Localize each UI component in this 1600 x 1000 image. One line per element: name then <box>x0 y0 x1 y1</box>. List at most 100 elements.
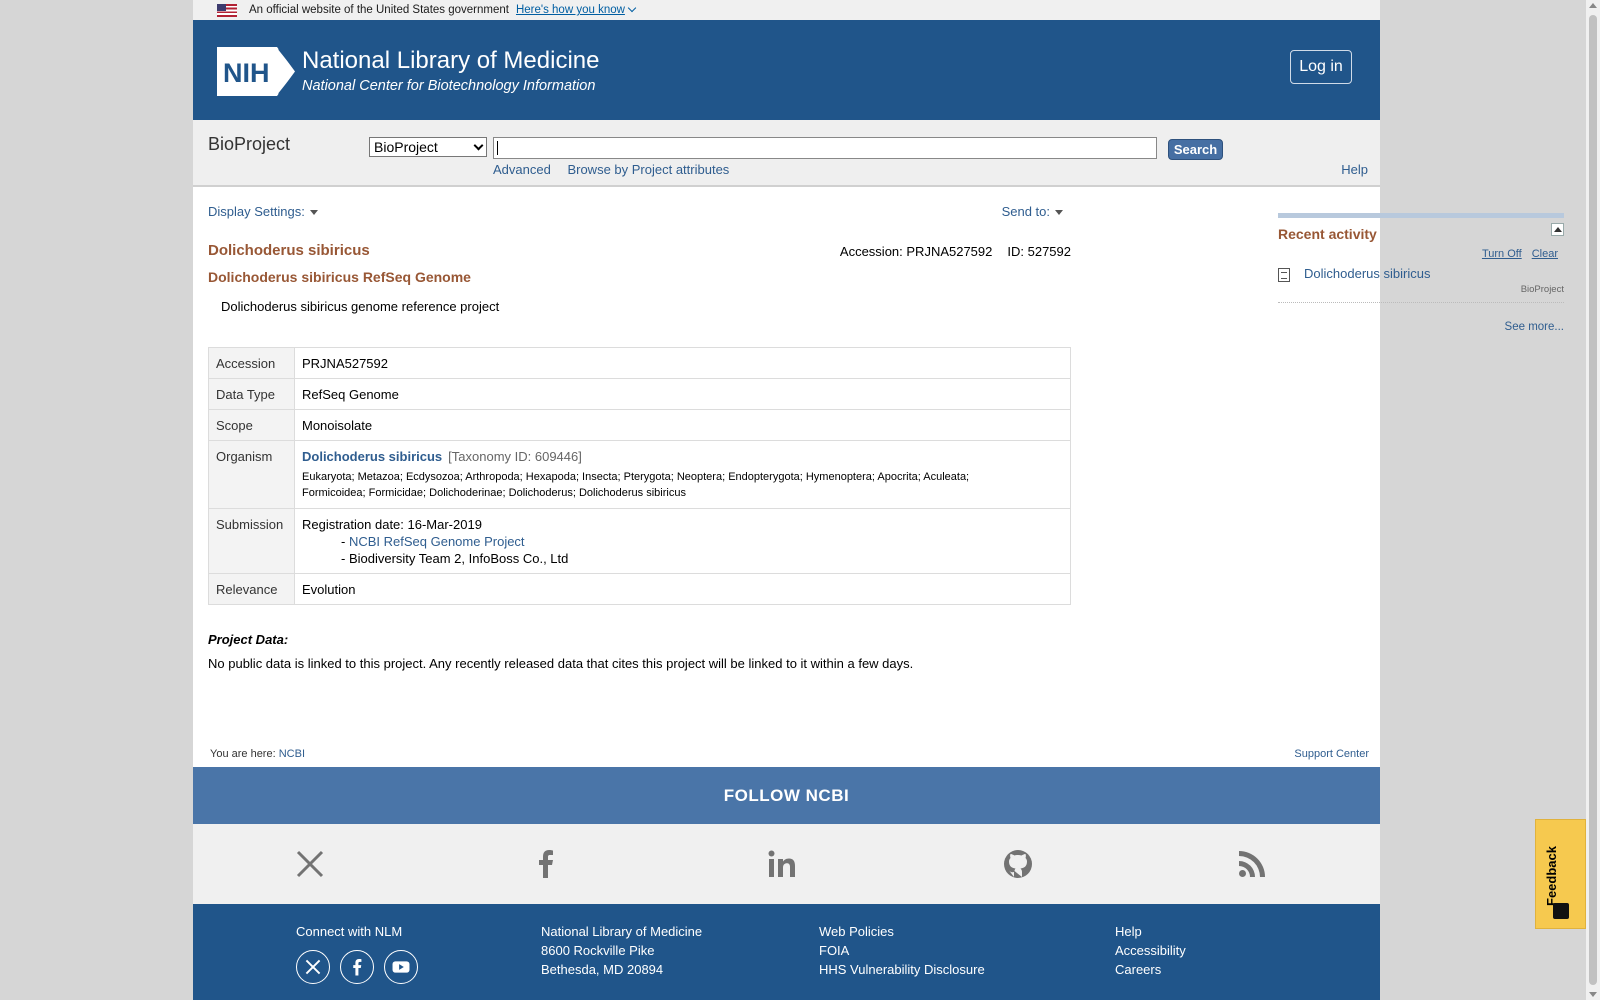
breadcrumb-ncbi-link[interactable]: NCBI <box>279 748 305 760</box>
row-label: Scope <box>208 409 295 441</box>
submitter-org: - Biodiversity Team 2, InfoBoss Co., Ltd <box>341 551 569 566</box>
see-more-link[interactable]: See more... <box>1505 321 1564 333</box>
scroll-up-icon[interactable] <box>1589 3 1597 8</box>
support-center-link[interactable]: Support Center <box>1294 748 1369 760</box>
help-link[interactable]: Help <box>1341 162 1368 177</box>
web-policies-link[interactable]: Web Policies <box>819 922 985 941</box>
registration-date: Registration date: 16-Mar-2019 <box>302 517 482 532</box>
page: An official website of the United States… <box>193 0 1564 1000</box>
submitter-project: - NCBI RefSeq Genome Project <box>302 534 1064 549</box>
facebook-icon[interactable] <box>340 950 374 984</box>
address-street: 8600 Rockville Pike <box>541 943 655 958</box>
panel-top-bar <box>1278 213 1564 218</box>
connect-label: Connect with NLM <box>296 924 403 939</box>
breadcrumb-prefix: You are here: <box>210 748 276 760</box>
clear-link[interactable]: Clear <box>1532 248 1558 260</box>
dropdown-arrow-icon <box>473 140 484 151</box>
address-city: Bethesda, MD 20894 <box>541 962 664 977</box>
accession-line: Accession: PRJNA527592 ID: 527592 <box>840 244 1071 259</box>
submitter-dash: - <box>341 534 346 549</box>
send-to-menu[interactable]: Send to: <box>1002 204 1063 219</box>
browse-attributes-link[interactable]: Browse by Project attributes <box>567 162 729 177</box>
toolbar: Display Settings: Send to: <box>208 204 1071 228</box>
scroll-down-icon[interactable] <box>1589 992 1597 997</box>
how-you-know-link[interactable]: Here's how you know <box>515 3 637 16</box>
advanced-link[interactable]: Advanced <box>493 162 551 177</box>
recent-item-link[interactable]: Dolichoderus sibiricus <box>1304 266 1430 281</box>
dropdown-arrow-icon <box>309 210 318 215</box>
gov-banner: An official website of the United States… <box>193 0 1380 20</box>
database-select-value: BioProject <box>374 139 438 155</box>
recent-activity-title: Recent activity <box>1278 226 1377 242</box>
github-icon[interactable] <box>1002 848 1034 880</box>
dropdown-arrow-icon <box>1055 210 1063 215</box>
hhs-vulnerability-link[interactable]: HHS Vulnerability Disclosure <box>819 960 985 979</box>
record-subtitle: Dolichoderus sibiricus RefSeq Genome <box>208 269 471 285</box>
row-value: PRJNA527592 <box>294 347 1071 379</box>
login-button[interactable]: Log in <box>1290 50 1352 84</box>
feedback-button[interactable]: Feedback <box>1535 819 1586 929</box>
linkedin-icon[interactable] <box>766 848 798 880</box>
collapse-icon[interactable] <box>1551 223 1564 236</box>
display-settings-menu[interactable]: Display Settings: <box>208 204 318 219</box>
list-item: Dolichoderus sibiricus BioProject <box>1278 266 1564 303</box>
footer-connect: Connect with NLM <box>296 922 402 941</box>
recent-activity-panel: Recent activity Turn Off Clear Dolichoder… <box>1278 213 1564 333</box>
organism-link[interactable]: Dolichoderus sibiricus <box>302 449 442 464</box>
database-name[interactable]: BioProject <box>208 134 290 155</box>
nlm-subtitle[interactable]: National Center for Biotechnology Inform… <box>302 78 595 94</box>
search-button[interactable]: Search <box>1168 139 1223 160</box>
project-info-table: Accession PRJNA527592 Data Type RefSeq G… <box>208 347 1071 605</box>
site-footer: Connect with NLM National Library of Med… <box>193 904 1380 1000</box>
text-caret <box>497 141 498 155</box>
gov-banner-text: An official website of the United States… <box>249 4 509 16</box>
nih-logo-text: NIH <box>223 58 270 88</box>
foia-link[interactable]: FOIA <box>819 941 985 960</box>
turn-off-link[interactable]: Turn Off <box>1482 248 1522 260</box>
page-scrollbar[interactable] <box>1586 0 1600 1000</box>
x-icon[interactable] <box>296 950 330 984</box>
search-input[interactable] <box>493 137 1157 159</box>
row-label: Relevance <box>208 573 295 605</box>
search-bar: BioProject BioProject Search Advanced Br… <box>193 120 1380 187</box>
project-data-heading: Project Data: <box>208 632 289 647</box>
footer-address: National Library of Medicine 8600 Rockvi… <box>541 922 702 979</box>
database-select[interactable]: BioProject <box>369 137 487 157</box>
search-sub-links: Advanced Browse by Project attributes <box>493 162 742 177</box>
scrollbar-thumb[interactable] <box>1589 15 1597 985</box>
project-data-text: No public data is linked to this project… <box>208 656 914 671</box>
breadcrumb: You are here: NCBI <box>210 748 305 760</box>
record-title: Dolichoderus sibiricus <box>208 242 370 259</box>
footer-help-link[interactable]: Help <box>1115 922 1186 941</box>
row-label: Organism <box>208 440 295 509</box>
organism-cell: Dolichoderus sibiricus [Taxonomy ID: 6094… <box>294 440 1071 509</box>
refseq-project-link[interactable]: NCBI RefSeq Genome Project <box>349 534 525 549</box>
feedback-icon <box>1553 903 1569 919</box>
nih-logo-icon[interactable]: NIH <box>217 47 297 96</box>
footer-policies: Web Policies FOIA HHS Vulnerability Disc… <box>819 922 985 979</box>
footer-help: Help Accessibility Careers <box>1115 922 1186 979</box>
row-label: Data Type <box>208 378 295 410</box>
lineage-line-2: Formicoidea; Formicidae; Dolichoderinae;… <box>302 487 686 499</box>
rss-icon[interactable] <box>1236 848 1268 880</box>
table-row: Data Type RefSeq Genome <box>208 378 1071 410</box>
accessibility-link[interactable]: Accessibility <box>1115 941 1186 960</box>
table-row: Submission Registration date: 16-Mar-201… <box>208 508 1071 574</box>
document-icon <box>1278 268 1290 282</box>
row-label: Submission <box>208 508 295 574</box>
submission-cell: Registration date: 16-Mar-2019 - NCBI Re… <box>294 508 1071 574</box>
row-label: Accession <box>208 347 295 379</box>
accession-id: Accession: PRJNA527592 <box>839 244 993 259</box>
how-you-know-label: Here's how you know <box>515 4 625 16</box>
careers-link[interactable]: Careers <box>1115 960 1186 979</box>
follow-ncbi-banner: FOLLOW NCBI <box>193 767 1380 824</box>
record-id: ID: 527592 <box>1007 244 1071 259</box>
facebook-icon[interactable] <box>530 848 562 880</box>
display-settings-label: Display Settings: <box>208 204 305 219</box>
row-value: Evolution <box>294 573 1071 605</box>
youtube-icon[interactable] <box>384 950 418 984</box>
x-icon[interactable] <box>294 848 326 880</box>
nlm-title[interactable]: National Library of Medicine <box>302 47 599 75</box>
nlm-address-link[interactable]: National Library of Medicine <box>541 922 702 941</box>
main-content: Display Settings: Send to: Dolichoderus … <box>208 204 1071 671</box>
